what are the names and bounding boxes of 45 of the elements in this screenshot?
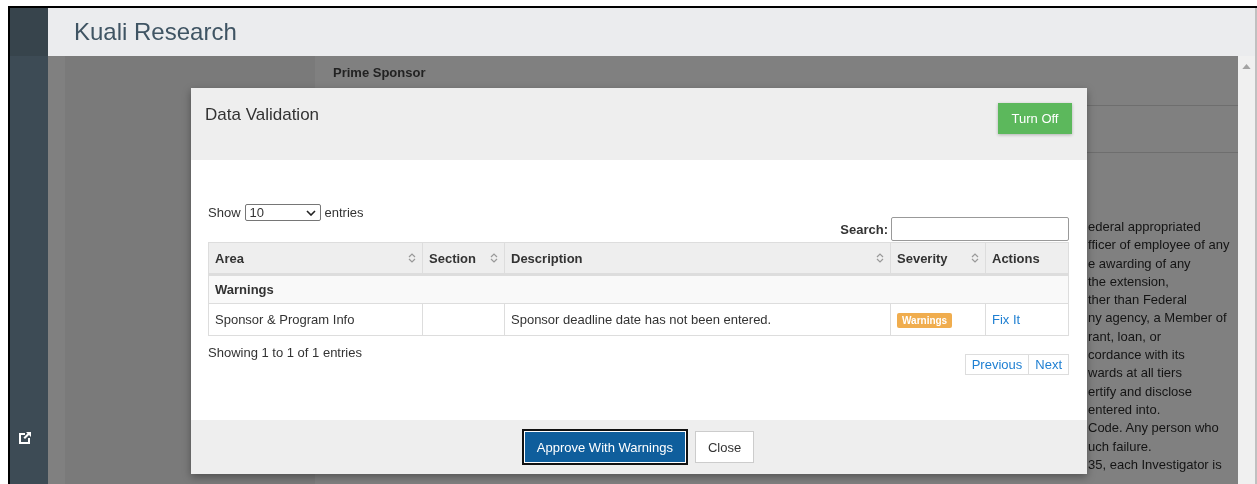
body-text: cordance with its (1088, 347, 1185, 363)
body-text: 35, each Investigator is (1088, 456, 1222, 472)
dialog-title: Data Validation (205, 105, 320, 125)
dialog-button[interactable]: Close (694, 431, 755, 463)
length-label: entries (324, 205, 364, 220)
app-title: Kuali Research (74, 18, 237, 46)
body-text: ther than Federal (1088, 292, 1187, 308)
table-info: Showing 1 to 1 of 1 entries (208, 345, 362, 360)
scroll-up-icon[interactable] (1242, 64, 1251, 69)
body-text: ederal appropriated (1088, 219, 1201, 234)
column-header[interactable]: Area (208, 242, 423, 275)
table-cell: Sponsor & Program Info (208, 303, 423, 336)
column-header[interactable]: Description (504, 242, 891, 275)
pagination-link[interactable]: Next (1028, 355, 1068, 374)
sort-icon[interactable] (490, 252, 498, 264)
column-header: Actions (985, 242, 1069, 275)
body-text: entered into. (1088, 401, 1161, 417)
body-text: ny agency, a Member of (1088, 310, 1227, 326)
sort-icon[interactable] (971, 252, 979, 264)
body-text: wards at all tiers (1088, 365, 1182, 381)
table-cell: Sponsor deadline date has not been entered. (504, 303, 891, 336)
pagination-link[interactable]: Previous (965, 355, 1029, 374)
body-text: the extension, (1088, 273, 1169, 289)
caret-icon (305, 209, 316, 216)
severity-badge: Warnings (897, 313, 953, 328)
body-text: e awarding of any (1088, 255, 1191, 271)
body-text: uch failure. (1088, 438, 1152, 454)
length-label: Show (208, 205, 241, 220)
body-text: fficer of employee of any (1088, 237, 1230, 253)
entries-select[interactable]: 10 (244, 204, 321, 221)
body-text: ertify and disclose (1088, 383, 1193, 399)
search-field[interactable] (891, 217, 1069, 241)
sort-icon[interactable] (408, 252, 416, 264)
search-label: Search: (840, 221, 888, 237)
fix-it-link[interactable]: Fix It (992, 312, 1021, 327)
dialog-button[interactable]: Approve With Warnings (523, 431, 686, 463)
column-header[interactable]: Section (422, 242, 505, 275)
body-text: Code. Any person who (1088, 420, 1219, 436)
external-link-icon[interactable] (17, 430, 33, 446)
scrollbar[interactable] (1238, 56, 1255, 484)
group-header: Warnings (208, 274, 1069, 304)
field-label: Prime Sponsor (333, 65, 426, 80)
body-text: rant, loan, or (1088, 328, 1161, 344)
column-header[interactable]: Severity (890, 242, 986, 275)
sort-icon[interactable] (876, 252, 884, 264)
